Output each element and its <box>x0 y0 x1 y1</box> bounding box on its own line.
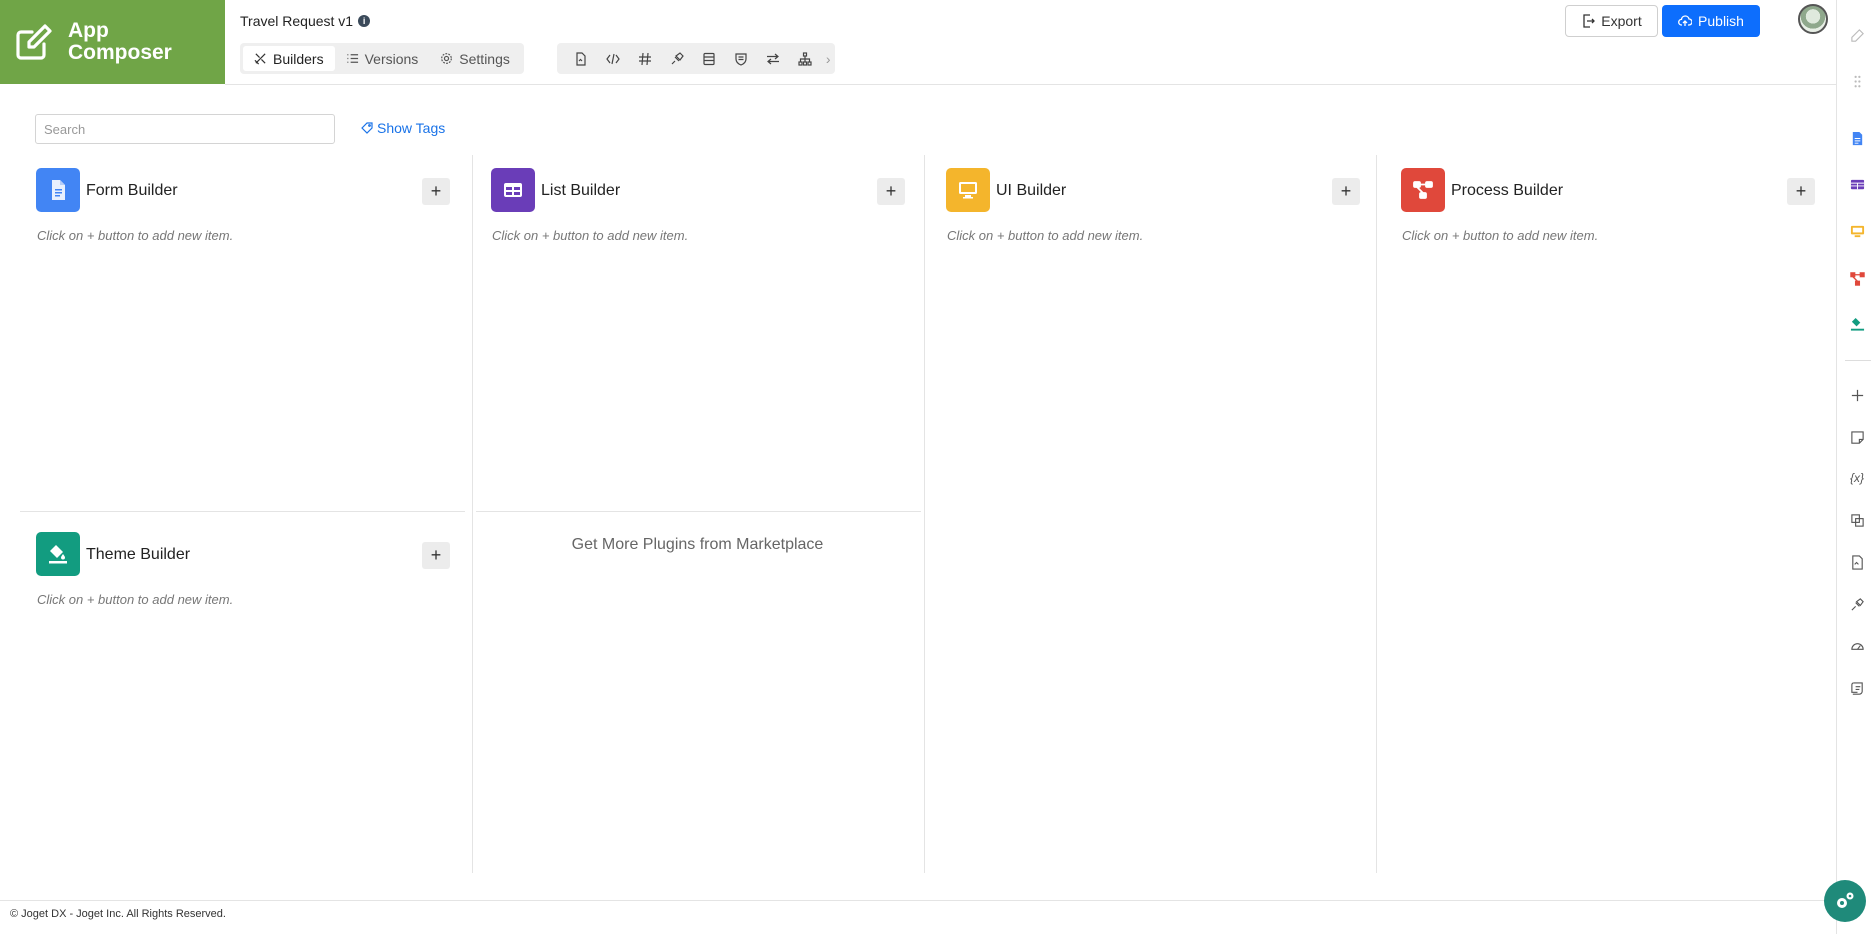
list-icon <box>346 54 358 63</box>
gear-icon <box>441 53 453 64</box>
builder-name[interactable]: Process Builder <box>1451 182 1563 200</box>
show-tags-link[interactable]: Show Tags <box>361 120 445 136</box>
add-form-button[interactable]: + <box>422 178 450 205</box>
app-title: Travel Request v1 i <box>240 13 371 29</box>
logo-text: App Composer <box>68 19 172 64</box>
code-icon[interactable] <box>597 46 629 71</box>
drag-icon[interactable] <box>1837 71 1876 91</box>
database-icon[interactable] <box>693 46 725 71</box>
process-icon[interactable] <box>1401 168 1445 212</box>
builder-name[interactable]: Form Builder <box>86 182 178 200</box>
pdf-icon[interactable] <box>1837 552 1876 572</box>
builder-hint: Click on + button to add new item. <box>37 592 234 607</box>
form-icon[interactable] <box>1837 128 1876 148</box>
publish-label: Publish <box>1698 13 1744 29</box>
variable-icon[interactable]: {x} <box>1837 468 1876 488</box>
search-input[interactable] <box>35 114 335 144</box>
toolbar-more-button[interactable]: › <box>821 51 835 67</box>
tag-icon <box>361 122 373 134</box>
column-divider <box>924 155 925 873</box>
add-ui-button[interactable]: + <box>1332 178 1360 205</box>
tab-versions[interactable]: Versions <box>335 46 430 71</box>
form-builder-panel: Form Builder + Click on + button to add … <box>36 168 456 243</box>
row-divider <box>20 511 465 512</box>
theme-builder-panel: Theme Builder + Click on + button to add… <box>36 532 456 607</box>
export-label: Export <box>1601 13 1642 29</box>
plugin-icon[interactable] <box>1837 594 1876 614</box>
builder-hint: Click on + button to add new item. <box>947 228 1144 243</box>
composer-toolbar: › <box>557 43 835 74</box>
paint-bucket-icon[interactable] <box>1837 314 1876 334</box>
tab-label: Builders <box>273 50 324 67</box>
row-divider <box>476 511 921 512</box>
add-process-button[interactable]: + <box>1787 178 1815 205</box>
builder-name[interactable]: Theme Builder <box>86 546 190 564</box>
composer-tabs: Builders Versions Settings <box>240 43 524 74</box>
builder-hint: Click on + button to add new item. <box>37 228 234 243</box>
edit-icon[interactable] <box>1837 25 1876 45</box>
publish-button[interactable]: Publish <box>1662 5 1760 37</box>
copy-icon[interactable] <box>1837 510 1876 530</box>
tab-builders[interactable]: Builders <box>243 46 335 71</box>
document-icon[interactable] <box>565 46 597 71</box>
footer-divider <box>0 900 1836 901</box>
gauge-icon[interactable] <box>1837 636 1876 656</box>
process-builder-panel: Process Builder + Click on + button to a… <box>1401 168 1821 243</box>
column-divider <box>472 155 473 873</box>
tab-label: Versions <box>364 50 419 67</box>
shield-icon[interactable] <box>725 46 757 71</box>
settings-gears-button[interactable] <box>1824 880 1866 922</box>
list-grid-icon[interactable] <box>1837 174 1876 194</box>
plus-icon[interactable] <box>1837 385 1876 405</box>
show-tags-label: Show Tags <box>377 120 446 136</box>
avatar[interactable] <box>1798 4 1828 34</box>
builder-name[interactable]: UI Builder <box>996 182 1066 200</box>
app-composer-logo[interactable]: App Composer <box>0 0 225 84</box>
list-builder-panel: List Builder + Click on + button to add … <box>491 168 911 243</box>
tab-settings[interactable]: Settings <box>429 46 521 71</box>
process-icon[interactable] <box>1837 268 1876 288</box>
sitemap-icon[interactable] <box>789 46 821 71</box>
add-theme-button[interactable]: + <box>422 542 450 569</box>
add-list-button[interactable]: + <box>877 178 905 205</box>
builders-icon <box>254 53 266 65</box>
cloud-upload-icon <box>1678 15 1693 26</box>
form-icon[interactable] <box>36 168 80 212</box>
edit-square-icon <box>16 24 52 60</box>
tab-label: Settings <box>459 50 510 67</box>
ui-builder-panel: UI Builder + Click on + button to add ne… <box>946 168 1366 243</box>
app-title-text: Travel Request v1 <box>240 13 354 29</box>
hash-icon[interactable] <box>629 46 661 71</box>
paint-bucket-icon[interactable] <box>36 532 80 576</box>
footer-text: © Joget DX - Joget Inc. All Rights Reser… <box>10 908 226 920</box>
right-rail: {x} <box>1836 0 1876 934</box>
script-icon[interactable] <box>1837 678 1876 698</box>
builder-hint: Click on + button to add new item. <box>492 228 689 243</box>
plugin-icon[interactable] <box>661 46 693 71</box>
header-divider <box>225 84 1836 85</box>
list-grid-icon[interactable] <box>491 168 535 212</box>
note-icon[interactable] <box>1837 427 1876 447</box>
monitor-icon[interactable] <box>946 168 990 212</box>
builder-hint: Click on + button to add new item. <box>1402 228 1599 243</box>
export-icon <box>1583 14 1596 28</box>
rail-divider <box>1845 360 1871 361</box>
info-icon[interactable]: i <box>358 15 371 27</box>
settings-gears-icon <box>1837 892 1854 908</box>
export-button[interactable]: Export <box>1565 5 1658 37</box>
column-divider <box>1376 155 1377 873</box>
monitor-icon[interactable] <box>1837 221 1876 241</box>
arrows-icon[interactable] <box>757 46 789 71</box>
builder-name[interactable]: List Builder <box>541 182 620 200</box>
marketplace-link[interactable]: Get More Plugins from Marketplace <box>475 536 920 554</box>
